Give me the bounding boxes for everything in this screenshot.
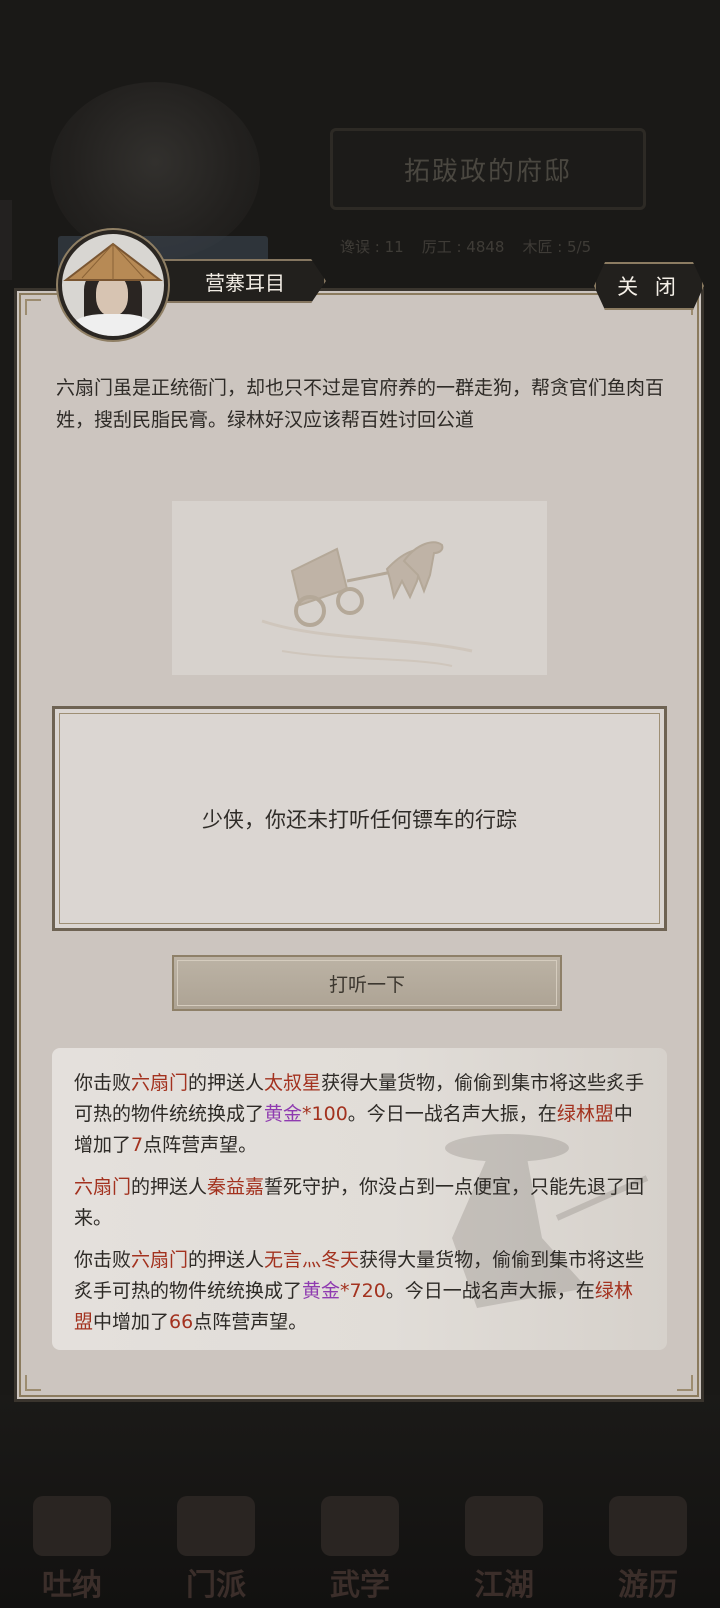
book-icon	[321, 1496, 399, 1556]
informant-avatar	[58, 230, 168, 340]
manor-stat: 木匠 : 5/5	[522, 238, 592, 256]
faction-name: 六扇门	[131, 1249, 189, 1271]
log-entry: 你击败六扇门的押送人太叔星获得大量货物，偷偷到集市将这些炙手可热的物件统统换成了…	[74, 1072, 645, 1156]
manor-map-image	[50, 82, 260, 260]
reward-qty: *100	[302, 1103, 348, 1125]
escort-name: 秦益嘉	[207, 1176, 265, 1198]
nav-menpai: 门派	[161, 1484, 271, 1608]
faction-name: 六扇门	[74, 1176, 132, 1198]
escort-status-box: 少侠，你还未打听任何镖车的行踪	[52, 706, 667, 931]
inquire-button[interactable]: 打听一下	[172, 955, 562, 1011]
reward-item: 黄金	[264, 1103, 303, 1125]
corner-ornament	[25, 1375, 41, 1391]
log-entry: 你击败六扇门的押送人无言灬冬天获得大量货物，偷偷到集市将这些炙手可热的物件统统换…	[74, 1249, 645, 1333]
reputation-points: 7	[131, 1134, 144, 1156]
horse-icon	[609, 1496, 687, 1556]
reputation-points: 66	[169, 1311, 194, 1333]
intro-text: 六扇门虽是正统衙门，却也只不过是官府养的一群走狗，帮贪官们鱼肉百姓，搜刮民脂民膏…	[56, 377, 665, 431]
corner-ornament	[677, 1375, 693, 1391]
breath-icon	[33, 1496, 111, 1556]
side-tab	[0, 200, 12, 280]
nav-youli: 游历	[593, 1484, 703, 1608]
manor-stat: 谗误 : 11	[340, 238, 404, 256]
bottom-nav: 吐纳 门派 武学 江湖 游历	[0, 1480, 720, 1608]
carriage-illustration	[172, 501, 547, 675]
reward-qty: *720	[340, 1280, 386, 1302]
banner-icon	[177, 1496, 255, 1556]
manor-stat: 厉工 : 4848	[421, 238, 505, 256]
manor-title: 拓跋政的府邸	[330, 128, 646, 210]
reward-item: 黄金	[302, 1280, 341, 1302]
map-icon	[465, 1496, 543, 1556]
manor-stats: 谗误 : 11 厉工 : 4848 木匠 : 5/5	[340, 236, 670, 257]
carriage-icon	[261, 541, 473, 667]
league-name: 绿林盟	[556, 1103, 614, 1125]
nav-wuxue: 武学	[305, 1484, 415, 1608]
close-button[interactable]: 关 闭	[594, 262, 704, 310]
escort-name: 太叔星	[264, 1072, 322, 1094]
corner-ornament	[25, 299, 41, 315]
nav-jianghu: 江湖	[449, 1484, 559, 1608]
faction-name: 六扇门	[131, 1072, 189, 1094]
log-entry: 六扇门的押送人秦益嘉誓死守护，你没占到一点便宜，只能先退了回来。	[74, 1176, 645, 1229]
nav-tunai: 吐纳	[17, 1484, 127, 1608]
straw-hat-icon	[63, 242, 163, 281]
battle-log: 你击败六扇门的押送人太叔星获得大量货物，偷偷到集市将这些炙手可热的物件统统换成了…	[52, 1048, 667, 1350]
escort-name: 无言灬冬天	[264, 1249, 360, 1271]
